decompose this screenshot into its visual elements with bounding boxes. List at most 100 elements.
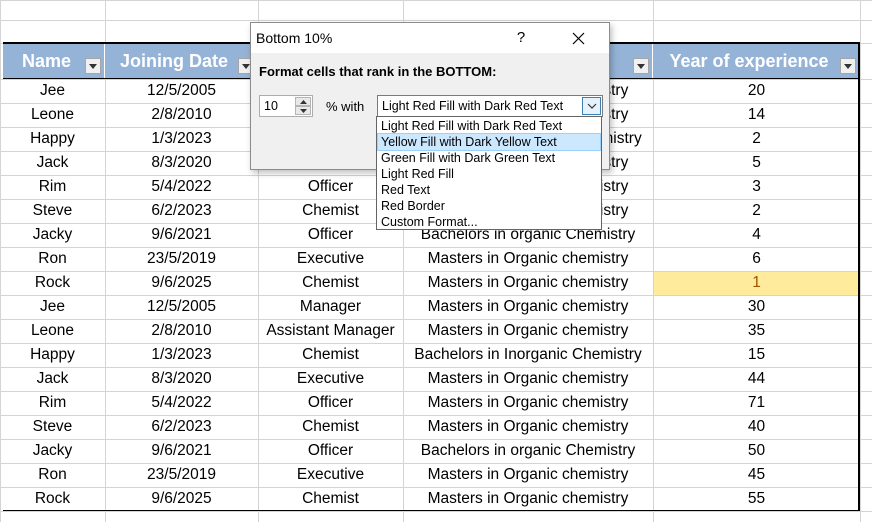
- table-cell[interactable]: 12/5/2005: [105, 79, 258, 103]
- table-cell[interactable]: 12/5/2005: [105, 295, 258, 319]
- table-cell[interactable]: 1/3/2023: [105, 343, 258, 367]
- table-cell[interactable]: Chemist: [258, 487, 403, 511]
- chevron-down-icon[interactable]: [582, 97, 601, 115]
- column-header[interactable]: Joining Date: [105, 43, 257, 79]
- format-select[interactable]: Light Red Fill with Dark Red Text: [377, 95, 603, 117]
- format-option[interactable]: Yellow Fill with Dark Yellow Text: [377, 133, 601, 151]
- gridline-h: [0, 20, 872, 21]
- table-cell[interactable]: Jee: [0, 79, 105, 103]
- table-cell[interactable]: Ron: [0, 247, 105, 271]
- column-header[interactable]: Year of experience: [653, 43, 859, 79]
- table-cell[interactable]: 6/2/2023: [105, 199, 258, 223]
- table-cell[interactable]: Chemist: [258, 415, 403, 439]
- table-cell[interactable]: Assistant Manager: [258, 319, 403, 343]
- table-cell[interactable]: 8/3/2020: [105, 151, 258, 175]
- table-cell[interactable]: Masters in Organic chemistry: [403, 319, 653, 343]
- spin-down-icon[interactable]: [295, 106, 311, 115]
- table-cell[interactable]: 55: [653, 487, 860, 511]
- table-cell[interactable]: Masters in Organic chemistry: [403, 271, 653, 295]
- format-option[interactable]: Red Text: [378, 182, 600, 198]
- table-cell[interactable]: Rim: [0, 175, 105, 199]
- format-option[interactable]: Light Red Fill: [378, 166, 600, 182]
- table-cell[interactable]: Steve: [0, 415, 105, 439]
- table-cell[interactable]: 4: [653, 223, 860, 247]
- table-cell[interactable]: Masters in Organic chemistry: [403, 415, 653, 439]
- format-option[interactable]: Custom Format...: [378, 214, 600, 230]
- table-cell[interactable]: Ron: [0, 463, 105, 487]
- table-cell[interactable]: 2: [653, 199, 860, 223]
- table-cell[interactable]: Masters in Organic chemistry: [403, 367, 653, 391]
- table-cell[interactable]: Rim: [0, 391, 105, 415]
- table-cell[interactable]: Happy: [0, 127, 105, 151]
- table-cell[interactable]: 44: [653, 367, 860, 391]
- table-cell[interactable]: Happy: [0, 343, 105, 367]
- table-cell[interactable]: 23/5/2019: [105, 463, 258, 487]
- table-cell[interactable]: 6/2/2023: [105, 415, 258, 439]
- table-cell[interactable]: Executive: [258, 463, 403, 487]
- table-cell[interactable]: Bachelors in organic Chemistry: [403, 439, 653, 463]
- table-cell[interactable]: Jacky: [0, 223, 105, 247]
- table-cell[interactable]: 9/6/2025: [105, 271, 258, 295]
- format-option[interactable]: Green Fill with Dark Green Text: [378, 150, 600, 166]
- table-border-bottom: [3, 510, 860, 511]
- table-cell[interactable]: Jee: [0, 295, 105, 319]
- table-cell[interactable]: Masters in Organic chemistry: [403, 391, 653, 415]
- table-cell[interactable]: Chemist: [258, 343, 403, 367]
- table-cell[interactable]: Masters in Organic chemistry: [403, 247, 653, 271]
- table-cell[interactable]: 35: [653, 319, 860, 343]
- table-cell[interactable]: 2/8/2010: [105, 103, 258, 127]
- table-cell[interactable]: 1/3/2023: [105, 127, 258, 151]
- table-cell[interactable]: 9/6/2021: [105, 439, 258, 463]
- table-cell[interactable]: Masters in Organic chemistry: [403, 295, 653, 319]
- gridline-v: [860, 0, 861, 522]
- table-cell[interactable]: 5: [653, 151, 860, 175]
- table-cell[interactable]: Masters in Organic chemistry: [403, 487, 653, 511]
- table-cell[interactable]: Jack: [0, 367, 105, 391]
- table-cell[interactable]: 5/4/2022: [105, 175, 258, 199]
- rank-percent-value[interactable]: 10: [264, 99, 278, 113]
- table-cell[interactable]: Bachelors in Inorganic Chemistry: [403, 343, 653, 367]
- table-cell[interactable]: 15: [653, 343, 860, 367]
- format-option[interactable]: Light Red Fill with Dark Red Text: [378, 118, 600, 134]
- table-cell[interactable]: Rock: [0, 271, 105, 295]
- table-cell[interactable]: 5/4/2022: [105, 391, 258, 415]
- filter-dropdown-icon[interactable]: [840, 58, 856, 74]
- close-icon[interactable]: [569, 30, 589, 48]
- format-select-value: Light Red Fill with Dark Red Text: [382, 99, 564, 113]
- help-button[interactable]: ?: [513, 29, 529, 46]
- table-cell[interactable]: 8/3/2020: [105, 367, 258, 391]
- format-option[interactable]: Red Border: [378, 198, 600, 214]
- table-cell[interactable]: 3: [653, 175, 860, 199]
- filter-dropdown-icon[interactable]: [633, 58, 649, 74]
- table-cell[interactable]: 50: [653, 439, 860, 463]
- table-cell[interactable]: Chemist: [258, 271, 403, 295]
- table-cell[interactable]: 9/6/2021: [105, 223, 258, 247]
- table-cell[interactable]: Manager: [258, 295, 403, 319]
- table-cell[interactable]: 45: [653, 463, 860, 487]
- table-cell[interactable]: 9/6/2025: [105, 487, 258, 511]
- table-cell[interactable]: Jack: [0, 151, 105, 175]
- table-cell[interactable]: 40: [653, 415, 860, 439]
- spin-up-icon[interactable]: [295, 97, 311, 106]
- table-cell[interactable]: 30: [653, 295, 860, 319]
- table-cell[interactable]: Jacky: [0, 439, 105, 463]
- table-cell[interactable]: 6: [653, 247, 860, 271]
- table-cell[interactable]: Rock: [0, 487, 105, 511]
- table-cell[interactable]: 2/8/2010: [105, 319, 258, 343]
- table-cell[interactable]: Leone: [0, 103, 105, 127]
- table-cell[interactable]: Masters in Organic chemistry: [403, 463, 653, 487]
- table-cell[interactable]: 1: [653, 271, 860, 295]
- table-cell[interactable]: 14: [653, 103, 860, 127]
- table-cell[interactable]: 2: [653, 127, 860, 151]
- table-cell[interactable]: Leone: [0, 319, 105, 343]
- table-cell[interactable]: Officer: [258, 391, 403, 415]
- table-cell[interactable]: 20: [653, 79, 860, 103]
- rank-percent-spinner[interactable]: 10: [259, 95, 313, 117]
- table-cell[interactable]: Executive: [258, 247, 403, 271]
- table-cell[interactable]: Steve: [0, 199, 105, 223]
- table-cell[interactable]: Officer: [258, 439, 403, 463]
- table-cell[interactable]: 71: [653, 391, 860, 415]
- filter-dropdown-icon[interactable]: [85, 58, 101, 74]
- table-cell[interactable]: 23/5/2019: [105, 247, 258, 271]
- table-cell[interactable]: Executive: [258, 367, 403, 391]
